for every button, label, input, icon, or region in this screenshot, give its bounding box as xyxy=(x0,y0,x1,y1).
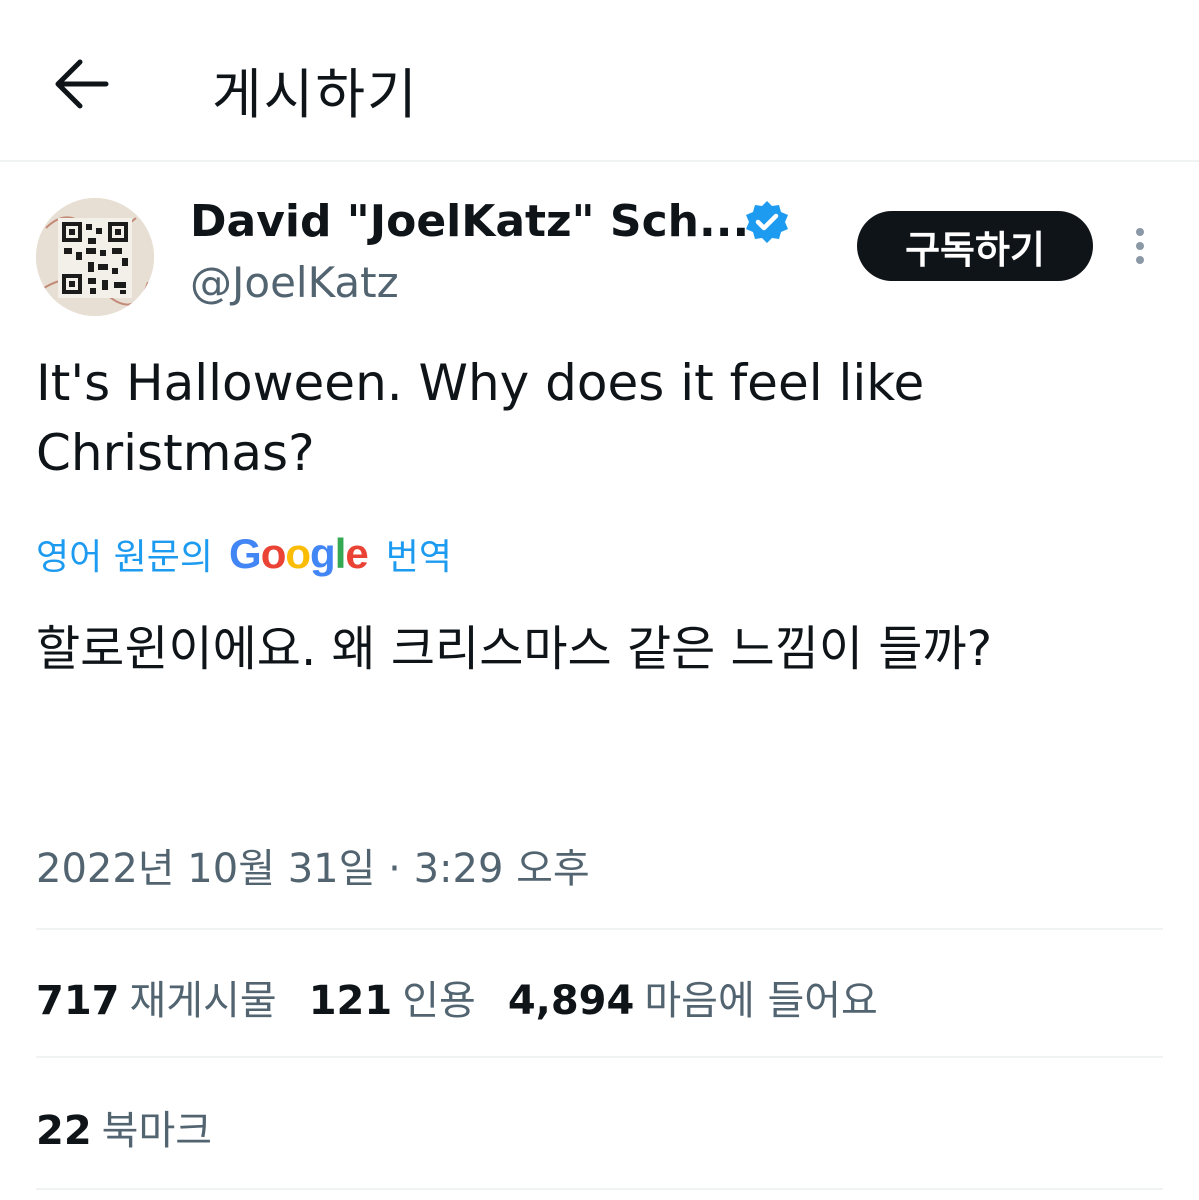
page-title: 게시하기 xyxy=(212,63,419,126)
bookmarks-label: 북마크 xyxy=(101,1108,213,1154)
tweet-text: It's Halloween. Why does it feel like Ch… xyxy=(36,354,925,482)
translation-attribution[interactable]: 영어 원문의 Google 번역 xyxy=(36,528,452,580)
divider xyxy=(36,1188,1163,1190)
subscribe-button[interactable]: 구독하기 xyxy=(857,211,1093,281)
translated-tweet-text: 할로윈이에요. 왜 크리스마스 같은 느낌이 들까? xyxy=(36,621,993,677)
avatar[interactable] xyxy=(36,198,154,316)
bookmarks-stat[interactable]: 22 북마크 xyxy=(36,1098,212,1156)
reposts-count: 717 xyxy=(36,978,120,1024)
back-button[interactable] xyxy=(50,56,112,112)
tweet-timestamp[interactable]: 2022년 10월 31일 · 3:29 오후 xyxy=(36,836,590,894)
more-options-button[interactable] xyxy=(1122,222,1158,272)
author-handle[interactable]: @JoelKatz xyxy=(190,258,399,307)
translate-suffix: 번역 xyxy=(385,537,452,578)
google-logo: Google xyxy=(229,530,369,577)
engagement-stats: 717 재게시물 121 인용 4,894 마음에 들어요 xyxy=(36,968,910,1026)
divider xyxy=(36,1056,1163,1058)
arrow-left-icon xyxy=(55,59,109,109)
quotes-label: 인용 xyxy=(402,978,476,1024)
reposts-stat[interactable]: 717 재게시물 xyxy=(36,968,277,1026)
likes-stat[interactable]: 4,894 마음에 들어요 xyxy=(508,968,878,1026)
qr-code-avatar-image xyxy=(36,198,154,316)
bookmarks-count: 22 xyxy=(36,1108,92,1154)
author-display-name[interactable]: David "JoelKatz" Sch... xyxy=(190,196,749,247)
likes-label: 마음에 들어요 xyxy=(644,978,878,1024)
top-bar: 게시하기 xyxy=(0,0,1199,162)
verified-badge-icon xyxy=(746,201,788,243)
likes-count: 4,894 xyxy=(507,978,635,1024)
divider xyxy=(36,928,1163,930)
quotes-stat[interactable]: 121 인용 xyxy=(309,968,476,1026)
quotes-count: 121 xyxy=(308,978,393,1024)
reposts-label: 재게시물 xyxy=(129,978,277,1024)
translate-prefix: 영어 원문의 xyxy=(36,537,214,578)
more-vertical-icon xyxy=(1136,228,1144,264)
